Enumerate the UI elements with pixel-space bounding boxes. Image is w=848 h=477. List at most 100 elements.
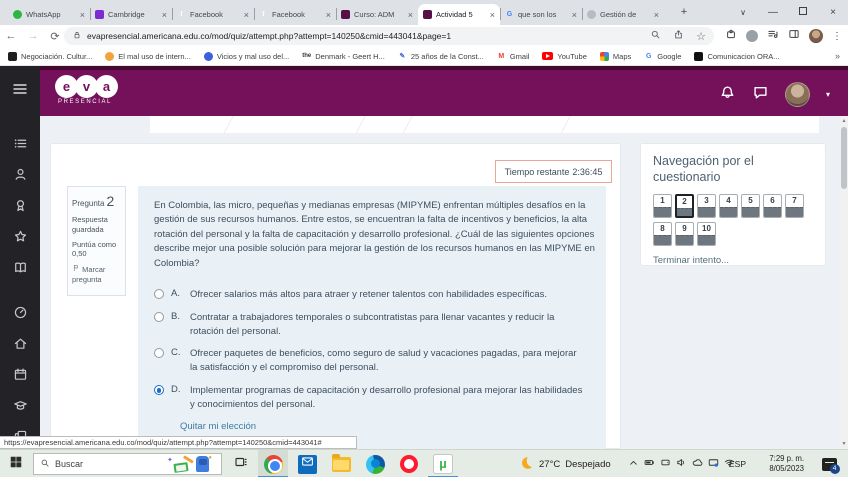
zoom-icon[interactable] bbox=[650, 27, 661, 45]
answer-option[interactable]: D. Implementar programas de capacitación … bbox=[154, 384, 584, 412]
bookmark-item[interactable]: Comunicacion ORA... bbox=[694, 51, 780, 61]
taskbar-weather-widget[interactable]: 27°C Despejado bbox=[519, 450, 611, 477]
rail-users-icon[interactable] bbox=[13, 167, 28, 187]
question-nav-button-6[interactable]: 6 bbox=[763, 193, 782, 218]
browser-menu-icon[interactable]: ⋮ bbox=[832, 31, 842, 42]
tab-close-icon[interactable]: × bbox=[654, 10, 659, 20]
share-icon[interactable] bbox=[673, 27, 684, 45]
radio-unselected[interactable] bbox=[154, 348, 164, 359]
tray-battery-icon[interactable] bbox=[644, 455, 655, 473]
extensions-icon[interactable] bbox=[725, 27, 737, 45]
bookmark-item[interactable]: ✎ 25 años de la Const... bbox=[398, 52, 483, 61]
bookmark-item[interactable]: G Google bbox=[644, 52, 681, 61]
question-nav-button-5[interactable]: 5 bbox=[741, 193, 760, 218]
bookmark-item[interactable]: Vicios y mal uso del... bbox=[203, 51, 289, 61]
bookmark-item[interactable]: Negociación. Cultur... bbox=[8, 51, 92, 61]
question-nav-button-3[interactable]: 3 bbox=[697, 193, 716, 218]
tray-speaker-icon[interactable] bbox=[676, 455, 687, 473]
tab-search-icon[interactable]: ∨ bbox=[728, 8, 758, 17]
finish-attempt-link[interactable]: Terminar intento... bbox=[653, 255, 813, 266]
clear-choice-link[interactable]: Quitar mi elección bbox=[180, 421, 590, 432]
bookmark-star-icon[interactable]: ☆ bbox=[696, 30, 706, 43]
new-tab-button[interactable]: + bbox=[676, 5, 692, 21]
back-button[interactable]: ← bbox=[0, 30, 22, 42]
browser-tab[interactable]: Actividad 5 × bbox=[418, 4, 500, 25]
question-nav-button-4[interactable]: 4 bbox=[719, 193, 738, 218]
rail-calendar-icon[interactable] bbox=[13, 367, 28, 387]
browser-tab[interactable]: Gque son los × bbox=[500, 4, 582, 25]
radio-unselected[interactable] bbox=[154, 289, 164, 300]
question-nav-button-1[interactable]: 1 bbox=[653, 193, 672, 218]
taskbar-mail-button[interactable] bbox=[292, 450, 322, 477]
page-scrollbar[interactable]: ▲ ▼ bbox=[840, 116, 848, 449]
taskbar-utorrent-button[interactable]: µ bbox=[428, 450, 458, 477]
rail-list-icon[interactable] bbox=[13, 136, 28, 156]
browser-tab[interactable]: f Facebook × bbox=[172, 4, 254, 25]
taskbar-opera-button[interactable] bbox=[394, 450, 424, 477]
reload-button[interactable]: ⟳ bbox=[44, 30, 66, 43]
scrollbar-thumb[interactable] bbox=[841, 127, 847, 189]
tab-close-icon[interactable]: × bbox=[490, 10, 495, 20]
tray-cloud-icon[interactable] bbox=[692, 455, 703, 473]
tab-close-icon[interactable]: × bbox=[572, 10, 577, 20]
task-view-button[interactable] bbox=[228, 450, 254, 477]
bookmark-item[interactable]: Maps bbox=[599, 51, 631, 61]
scroll-down-icon[interactable]: ▼ bbox=[840, 441, 848, 447]
bookmark-item[interactable]: El mal uso de intern... bbox=[105, 51, 191, 61]
browser-tab[interactable]: WhatsApp × bbox=[8, 4, 90, 25]
forward-button[interactable]: → bbox=[22, 30, 44, 42]
user-avatar[interactable] bbox=[784, 82, 810, 107]
language-indicator[interactable]: ESP bbox=[729, 450, 746, 477]
eva-logo[interactable]: eva PRESENCIAL bbox=[55, 75, 118, 105]
browser-tab[interactable]: Gestión de × bbox=[582, 4, 664, 25]
bookmark-item[interactable]: M Gmail bbox=[497, 52, 529, 61]
url-text[interactable]: evapresencial.americana.edu.co/mod/quiz/… bbox=[87, 31, 645, 41]
rail-graduation-icon[interactable] bbox=[13, 398, 28, 418]
taskbar-search-input[interactable]: Buscar ✦ ● bbox=[33, 453, 222, 475]
question-nav-button-9[interactable]: 9 bbox=[675, 221, 694, 246]
rail-award-icon[interactable] bbox=[13, 198, 28, 218]
start-button[interactable] bbox=[2, 450, 30, 477]
window-close-button[interactable]: × bbox=[818, 7, 848, 18]
rail-book-icon[interactable] bbox=[13, 260, 28, 280]
tab-close-icon[interactable]: × bbox=[80, 10, 85, 20]
answer-option[interactable]: C. Ofrecer paquetes de beneficios, como s… bbox=[154, 347, 584, 375]
messages-icon[interactable] bbox=[752, 84, 769, 106]
radio-unselected[interactable] bbox=[154, 311, 164, 322]
playlist-extension-icon[interactable] bbox=[767, 27, 779, 45]
question-nav-button-10[interactable]: 10 bbox=[697, 221, 716, 246]
notifications-bell-icon[interactable] bbox=[719, 84, 736, 106]
answer-option[interactable]: B. Contratar a trabajadores temporales o … bbox=[154, 311, 584, 339]
bookmarks-overflow-icon[interactable]: » bbox=[835, 51, 840, 61]
window-minimize-button[interactable]: — bbox=[758, 7, 788, 18]
scroll-up-icon[interactable]: ▲ bbox=[840, 118, 848, 124]
browser-tab[interactable]: Curso: ADM × bbox=[336, 4, 418, 25]
tray-chevup-icon[interactable] bbox=[628, 455, 639, 473]
rail-star-icon[interactable] bbox=[13, 229, 28, 249]
taskbar-edge-button[interactable] bbox=[360, 450, 390, 477]
rail-gauge-icon[interactable] bbox=[13, 305, 28, 325]
address-bar[interactable]: evapresencial.americana.edu.co/mod/quiz/… bbox=[64, 27, 714, 45]
profile-avatar[interactable] bbox=[809, 29, 823, 43]
question-nav-button-2[interactable]: 2 bbox=[675, 193, 694, 218]
taskbar-explorer-button[interactable] bbox=[326, 450, 356, 477]
tab-close-icon[interactable]: × bbox=[162, 10, 167, 20]
taskbar-clock[interactable]: 7:29 p. m. 8/05/2023 bbox=[752, 450, 804, 477]
radio-selected[interactable] bbox=[154, 385, 164, 396]
user-menu-caret-icon[interactable]: ▾ bbox=[826, 90, 830, 99]
bookmark-item[interactable]: the Denmark - Geert H... bbox=[302, 52, 385, 61]
bookmark-item[interactable]: YouTube bbox=[542, 52, 587, 61]
menu-icon[interactable] bbox=[12, 81, 28, 102]
tab-close-icon[interactable]: × bbox=[408, 10, 413, 20]
tab-close-icon[interactable]: × bbox=[244, 10, 249, 20]
window-maximize-button[interactable] bbox=[788, 7, 818, 18]
side-panel-icon[interactable] bbox=[788, 27, 800, 45]
tray-cast-icon[interactable] bbox=[708, 455, 719, 473]
taskbar-chrome-button[interactable] bbox=[258, 450, 288, 477]
flag-question-link[interactable]: Marcar pregunta bbox=[72, 264, 121, 285]
browser-tab[interactable]: f Facebook × bbox=[254, 4, 336, 25]
tab-close-icon[interactable]: × bbox=[326, 10, 331, 20]
notification-center-button[interactable]: 4 bbox=[812, 450, 846, 477]
answer-option[interactable]: A. Ofrecer salarios más altos para atraer… bbox=[154, 288, 584, 302]
question-nav-button-8[interactable]: 8 bbox=[653, 221, 672, 246]
